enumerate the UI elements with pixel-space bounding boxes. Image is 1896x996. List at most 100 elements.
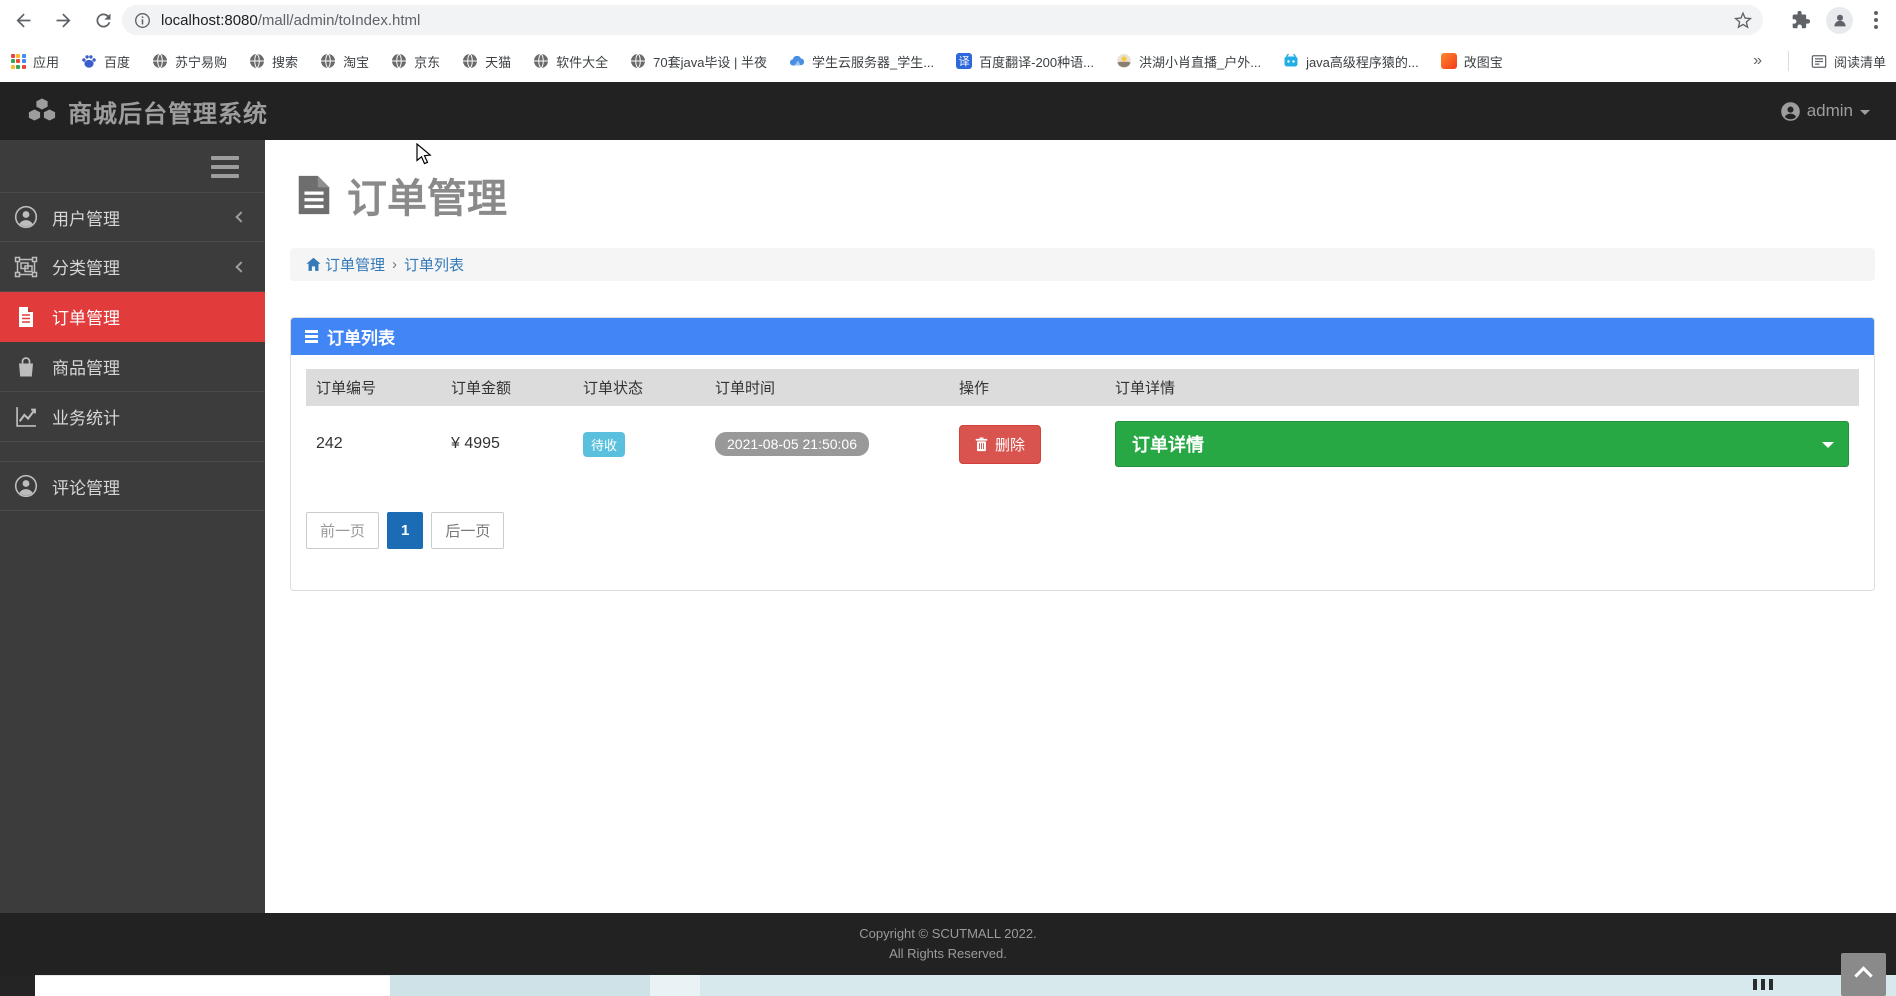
app-brand[interactable]: 商城后台管理系统 (26, 94, 268, 129)
bookmark-label: 学生云服务器_学生... (812, 54, 935, 70)
panel-body: 订单编号 订单金额 订单状态 订单时间 操作 订单详情 242 ¥ 4995 待… (291, 355, 1874, 590)
url-text[interactable]: localhost:8080/mall/admin/toIndex.html (161, 12, 420, 29)
current-page-button[interactable]: 1 (387, 512, 424, 549)
order-status-cell: 待收 (573, 406, 705, 482)
chevron-up-icon (1854, 966, 1873, 985)
order-detail-label: 订单详情 (1132, 435, 1204, 455)
globe-icon (249, 53, 265, 69)
bookmark-item[interactable]: 洪湖小肖直播_户外... (1116, 52, 1261, 71)
bookmarks-bar: 应用 百度 苏宁易购 搜索 淘宝 京东 天猫 软件大全 70套java毕设 | … (0, 40, 1896, 82)
bookmark-label: java高级程序猿的... (1306, 54, 1419, 70)
chevron-left-icon (235, 211, 247, 223)
forward-icon[interactable] (46, 3, 80, 37)
bookmark-item[interactable]: 搜索 (249, 52, 298, 71)
reading-list-button[interactable]: 阅读清单 (1811, 52, 1886, 71)
panel-header: 订单列表 (291, 318, 1874, 355)
sidebar-item-users[interactable]: 用户管理 (0, 192, 265, 242)
bookmark-item[interactable]: 70套java毕设 | 半夜 (630, 52, 767, 71)
bottom-cutoff-strip (0, 975, 1896, 996)
order-detail-dropdown-button[interactable]: 订单详情 (1115, 421, 1849, 467)
tv-bilibili-icon (1283, 53, 1299, 69)
sidebar-item-label: 订单管理 (52, 309, 120, 328)
sidebar-item-label: 用户管理 (52, 209, 120, 229)
order-time-cell: 2021-08-05 21:50:06 (705, 406, 949, 482)
sidebar-item-categories[interactable]: 分类管理 (0, 242, 265, 292)
sidebar-item-orders[interactable]: 订单管理 (0, 292, 265, 342)
breadcrumb-parent-link[interactable]: 订单管理 (325, 254, 385, 275)
app-title: 商城后台管理系统 (68, 100, 268, 128)
apps-grid-icon (10, 53, 26, 69)
page-info-icon[interactable] (134, 12, 151, 29)
order-actions-cell: 删除 (949, 406, 1105, 482)
delete-button-label: 删除 (995, 436, 1026, 454)
browser-window: localhost:8080/mall/admin/toIndex.html 应… (0, 0, 1896, 996)
col-details: 订单详情 (1105, 369, 1859, 406)
panel-title: 订单列表 (327, 329, 395, 348)
extensions-icon[interactable] (1789, 9, 1811, 31)
globe-icon (152, 53, 168, 69)
sidebar-item-statistics[interactable]: 业务统计 (0, 392, 265, 442)
pagination: 前一页 1 后一页 (306, 512, 1859, 549)
bookmark-item[interactable]: 软件大全 (533, 52, 608, 71)
col-time: 订单时间 (705, 369, 949, 406)
globe-icon (391, 53, 407, 69)
strip-segment (35, 975, 390, 996)
sidebar-item-label: 评论管理 (52, 478, 120, 498)
bookmark-item[interactable]: 译 百度翻译-200种语... (956, 52, 1094, 71)
bookmark-item[interactable]: 百度 (81, 52, 130, 71)
table-header-row: 订单编号 订单金额 订单状态 订单时间 操作 订单详情 (306, 369, 1859, 406)
sidebar-item-products[interactable]: 商品管理 (0, 342, 265, 392)
delete-button[interactable]: 删除 (959, 424, 1042, 464)
browser-toolbar: localhost:8080/mall/admin/toIndex.html (0, 0, 1896, 40)
next-page-button[interactable]: 后一页 (431, 512, 505, 549)
bookmark-item[interactable]: 学生云服务器_学生... (789, 52, 934, 71)
bookmark-label: 百度翻译-200种语... (979, 54, 1094, 70)
object-group-icon (14, 255, 38, 279)
bookmark-star-icon[interactable] (1733, 10, 1753, 30)
order-id-cell: 242 (316, 435, 343, 452)
bookmark-item[interactable]: 淘宝 (320, 52, 369, 71)
bookmark-item[interactable]: 苏宁易购 (152, 52, 227, 71)
globe-icon (462, 53, 478, 69)
refresh-icon[interactable] (86, 3, 120, 37)
home-icon (306, 257, 321, 271)
page-header: 订单管理 (294, 166, 1875, 224)
bookmark-item[interactable]: java高级程序猿的... (1283, 52, 1419, 71)
back-icon[interactable] (6, 3, 40, 37)
shopping-bag-icon (14, 355, 38, 379)
live-avatar-icon (1116, 53, 1132, 69)
address-bar[interactable]: localhost:8080/mall/admin/toIndex.html (122, 5, 1763, 35)
file-text-icon (14, 305, 38, 329)
col-actions: 操作 (949, 369, 1105, 406)
page-title: 订单管理 (347, 177, 507, 221)
bookmark-item[interactable]: 改图宝 (1440, 52, 1503, 71)
sidebar-menu: 用户管理 分类管理 订单管理 商品管理 业务统计 评论管理 (0, 192, 265, 511)
bookmark-label: 苏宁易购 (175, 54, 228, 70)
main-content: 订单管理 订单管理 › 订单列表 订单列表 订单编号 订单金额 订单状态 订单时… (265, 140, 1896, 913)
bookmark-item[interactable]: 京东 (391, 52, 440, 71)
browser-menu-icon[interactable] (1868, 11, 1884, 29)
bookmark-item[interactable]: 天猫 (462, 52, 511, 71)
sidebar-item-label: 业务统计 (52, 409, 120, 428)
breadcrumb-current[interactable]: 订单列表 (404, 254, 464, 275)
sidebar-toggle-icon[interactable] (211, 156, 239, 178)
prev-page-button[interactable]: 前一页 (306, 512, 380, 549)
user-menu[interactable]: admin (1780, 101, 1870, 121)
bookmark-label: 70套java毕设 | 半夜 (653, 54, 768, 70)
bookmarks-overflow-chevron[interactable]: » (1749, 52, 1766, 70)
globe-icon (630, 53, 646, 69)
footer-copyright: Copyright © SCUTMALL 2022. (859, 926, 1037, 941)
col-status: 订单状态 (573, 369, 705, 406)
back-to-top-button[interactable] (1841, 953, 1886, 996)
user-circle-icon (14, 205, 38, 229)
table-row: 242 ¥ 4995 待收 2021-08-05 21:50:06 删除 订单详… (306, 406, 1859, 482)
order-list-panel: 订单列表 订单编号 订单金额 订单状态 订单时间 操作 订单详情 242 ¥ 4… (290, 317, 1875, 591)
sidebar-item-comments[interactable]: 评论管理 (0, 461, 265, 511)
strip-glyph-marks (1753, 979, 1773, 990)
breadcrumb-separator: › (392, 256, 398, 273)
image-edit-icon (1440, 53, 1457, 69)
chevron-down-icon (1860, 109, 1870, 115)
profile-avatar[interactable] (1826, 6, 1853, 34)
bookmark-label: 改图宝 (1463, 54, 1503, 70)
bookmark-apps[interactable]: 应用 (10, 52, 59, 71)
